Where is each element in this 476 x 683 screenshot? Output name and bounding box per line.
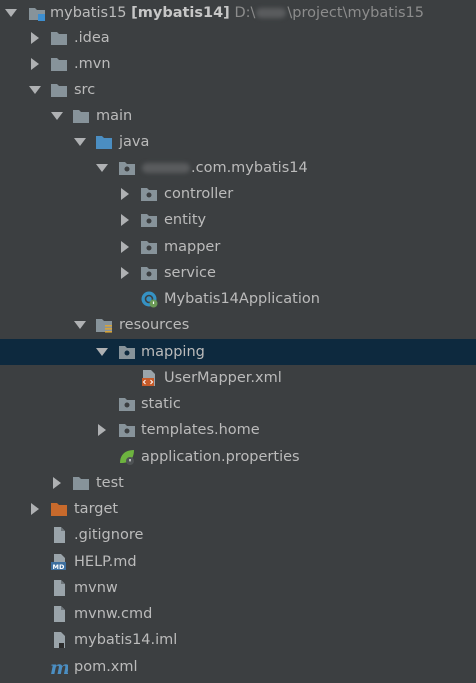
collapsed-arrow-icon[interactable] [118, 266, 132, 280]
folder-icon [50, 29, 68, 47]
package-icon [140, 211, 158, 229]
tree-row-help[interactable]: MD HELP.md [0, 549, 476, 575]
tree-label: mapping [141, 344, 205, 360]
expand-arrow-icon[interactable] [50, 109, 64, 123]
text-file-icon [50, 579, 68, 597]
module-file-icon [50, 631, 68, 649]
tree-label: .com.mybatis14 [191, 160, 308, 176]
project-tree: mybatis15 [mybatis14] D:\ \project\mybati… [0, 0, 476, 683]
tree-label: Mybatis14Application [164, 291, 320, 307]
tree-row-resources[interactable]: resources [0, 312, 476, 338]
collapsed-arrow-icon[interactable] [28, 57, 42, 71]
tree-row-application-class[interactable]: Mybatis14Application [0, 286, 476, 312]
tree-row-root[interactable]: mybatis15 [mybatis14] D:\ \project\mybati… [0, 0, 476, 26]
xml-file-icon [140, 369, 158, 387]
collapsed-arrow-icon[interactable] [50, 476, 64, 490]
root-path: D:\ \project\mybatis15 [234, 5, 424, 21]
expand-arrow-icon[interactable] [95, 345, 109, 359]
expand-arrow-icon[interactable] [28, 83, 42, 97]
markdown-file-icon: MD [50, 553, 68, 571]
tree-row-mvnw[interactable]: mvnw [0, 575, 476, 601]
tree-label: .idea [74, 30, 110, 46]
maven-icon: m [50, 658, 68, 676]
spring-boot-class-icon [140, 290, 158, 308]
tree-label: static [141, 396, 181, 412]
tree-label: entity [164, 212, 207, 228]
tree-label: .gitignore [74, 527, 144, 543]
tree-label: resources [119, 317, 190, 333]
tree-row-package[interactable]: .com.mybatis14 [0, 155, 476, 181]
tree-label: main [96, 108, 133, 124]
tree-row-iml[interactable]: mybatis14.iml [0, 627, 476, 653]
tree-label: .mvn [74, 56, 111, 72]
tree-label: java [119, 134, 150, 150]
excluded-folder-icon [50, 500, 68, 518]
tree-label: controller [164, 186, 234, 202]
tree-row-mapping[interactable]: mapping [0, 339, 476, 365]
tree-row-mvnwcmd[interactable]: mvnw.cmd [0, 601, 476, 627]
spring-properties-icon [118, 448, 136, 466]
tree-label: test [96, 475, 124, 491]
text-file-icon [50, 526, 68, 544]
tree-row-controller[interactable]: controller [0, 181, 476, 207]
tree-label: src [74, 82, 96, 98]
tree-row-src[interactable]: src [0, 77, 476, 103]
tree-row-static[interactable]: static [0, 391, 476, 417]
text-file-icon [50, 605, 68, 623]
package-icon [140, 185, 158, 203]
tree-label: mapper [164, 239, 221, 255]
collapsed-arrow-icon[interactable] [28, 31, 42, 45]
expand-arrow-icon[interactable] [73, 135, 87, 149]
folder-icon [50, 81, 68, 99]
package-icon [118, 421, 136, 439]
tree-label: mvnw.cmd [74, 606, 153, 622]
tree-label: mvnw [74, 580, 118, 596]
tree-row-application-properties[interactable]: application.properties [0, 444, 476, 470]
folder-icon [72, 474, 90, 492]
tree-label: templates.home [141, 422, 260, 438]
package-icon [118, 159, 136, 177]
tree-row-idea[interactable]: .idea [0, 25, 476, 51]
tree-row-usermapper[interactable]: UserMapper.xml [0, 365, 476, 391]
tree-row-pom[interactable]: m pom.xml [0, 654, 476, 680]
tree-row-gitignore[interactable]: .gitignore [0, 522, 476, 548]
package-icon [140, 238, 158, 256]
tree-row-entity[interactable]: entity [0, 207, 476, 233]
tree-row-test[interactable]: test [0, 470, 476, 496]
collapsed-arrow-icon[interactable] [118, 240, 132, 254]
source-folder-icon [95, 133, 113, 151]
module-name: [mybatis14] [131, 5, 230, 21]
tree-label: target [74, 501, 119, 517]
expand-arrow-icon[interactable] [73, 318, 87, 332]
svg-text:MD: MD [53, 563, 65, 571]
package-icon [140, 264, 158, 282]
collapsed-arrow-icon[interactable] [95, 423, 109, 437]
collapsed-arrow-icon[interactable] [28, 502, 42, 516]
tree-row-main[interactable]: main [0, 103, 476, 129]
tree-label: HELP.md [74, 554, 137, 570]
module-folder-icon [28, 4, 46, 22]
tree-row-mvn[interactable]: .mvn [0, 51, 476, 77]
tree-row-java[interactable]: java [0, 129, 476, 155]
tree-label: mybatis14.iml [74, 632, 178, 648]
expand-arrow-icon[interactable] [4, 6, 18, 20]
collapsed-arrow-icon[interactable] [118, 187, 132, 201]
svg-text:m: m [50, 658, 68, 676]
tree-row-service[interactable]: service [0, 260, 476, 286]
tree-row-target[interactable]: target [0, 496, 476, 522]
tree-row-templates[interactable]: templates.home [0, 417, 476, 443]
folder-icon [50, 55, 68, 73]
package-icon [118, 395, 136, 413]
package-icon [118, 343, 136, 361]
tree-row-mapper[interactable]: mapper [0, 234, 476, 260]
tree-label: service [164, 265, 216, 281]
folder-icon [72, 107, 90, 125]
resources-folder-icon [95, 316, 113, 334]
tree-label: UserMapper.xml [164, 370, 282, 386]
collapsed-arrow-icon[interactable] [118, 213, 132, 227]
tree-label: application.properties [141, 449, 300, 465]
root-name: mybatis15 [50, 5, 127, 21]
tree-label: pom.xml [74, 659, 138, 675]
expand-arrow-icon[interactable] [95, 161, 109, 175]
